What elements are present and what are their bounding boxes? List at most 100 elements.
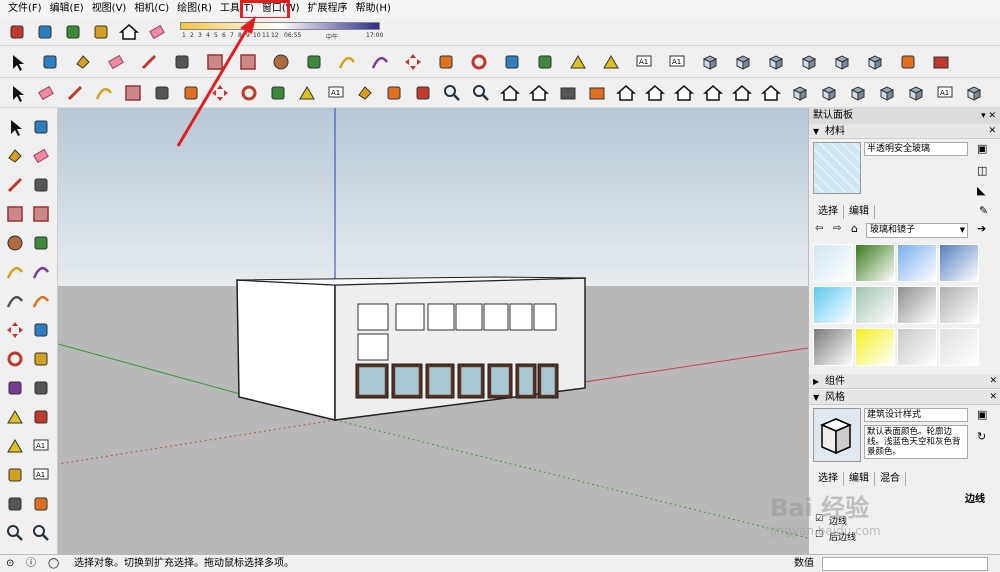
details-arrow-icon[interactable]: ➔ — [977, 222, 986, 235]
iso-icon[interactable] — [699, 51, 721, 73]
rotate-icon[interactable] — [4, 348, 26, 370]
info-icon[interactable]: ⓘ — [26, 555, 36, 572]
material-swatch[interactable] — [855, 244, 895, 282]
follow-me-icon[interactable] — [30, 348, 52, 370]
circle-icon[interactable] — [4, 232, 26, 254]
scale-icon[interactable] — [4, 377, 26, 399]
house3-icon[interactable] — [673, 82, 695, 104]
orbit-icon[interactable] — [383, 82, 405, 104]
top-view-icon[interactable] — [732, 51, 754, 73]
house2-icon[interactable] — [644, 82, 666, 104]
text-icon[interactable]: A1 — [633, 51, 655, 73]
material-swatch[interactable] — [897, 286, 937, 324]
arc3-icon[interactable] — [30, 261, 52, 283]
arc2-icon[interactable] — [4, 290, 26, 312]
pan-icon[interactable] — [30, 493, 52, 515]
push-pull-icon[interactable] — [435, 51, 457, 73]
text-icon[interactable]: A1 — [325, 82, 347, 104]
forward-arrow-icon[interactable]: ⇨ — [833, 223, 841, 234]
house5-icon[interactable] — [731, 82, 753, 104]
polygon-icon[interactable] — [303, 51, 325, 73]
orbit-icon[interactable] — [4, 493, 26, 515]
freehand-icon[interactable] — [30, 174, 52, 196]
warehouse-icon[interactable] — [499, 82, 521, 104]
left-view-icon[interactable] — [864, 51, 886, 73]
material-swatch[interactable] — [897, 328, 937, 366]
move-icon[interactable] — [402, 51, 424, 73]
tab-select[interactable]: 选择 — [813, 205, 844, 219]
geo-location-icon[interactable]: ⊙ — [6, 555, 14, 572]
tab-edit[interactable]: 编辑 — [844, 205, 875, 219]
ruby-icon[interactable] — [930, 51, 952, 73]
tab-mix[interactable]: 混合 — [875, 472, 906, 486]
tape-icon[interactable] — [567, 51, 589, 73]
home-icon[interactable]: ⌂ — [851, 222, 858, 235]
material-swatch[interactable] — [939, 328, 979, 366]
eraser-icon[interactable] — [35, 82, 57, 104]
tape-icon[interactable] — [4, 406, 26, 428]
materials-header[interactable]: ▼ 材料 ✕ — [809, 124, 1000, 139]
scene[interactable] — [58, 108, 808, 554]
textured-icon[interactable]: A1 — [934, 82, 956, 104]
scale-icon[interactable] — [501, 51, 523, 73]
select-icon[interactable] — [6, 51, 28, 73]
close-icon[interactable]: ✕ — [989, 390, 997, 405]
text-icon[interactable]: A1 — [30, 435, 52, 457]
zoom-window-icon[interactable] — [30, 522, 52, 544]
house4-icon[interactable] — [702, 82, 724, 104]
paint-bucket-icon[interactable] — [354, 82, 376, 104]
component-icon[interactable] — [6, 21, 28, 43]
dimension-icon[interactable] — [30, 406, 52, 428]
styles-icon[interactable] — [897, 51, 919, 73]
follow-me-icon[interactable] — [534, 51, 556, 73]
material-swatch[interactable] — [855, 286, 895, 324]
close-icon[interactable]: ✕ — [988, 124, 996, 139]
paint-bucket-icon[interactable] — [72, 51, 94, 73]
hidden-icon[interactable] — [876, 82, 898, 104]
arc-icon[interactable] — [93, 82, 115, 104]
pencil-icon[interactable] — [4, 174, 26, 196]
menu-camera[interactable]: 相机(C) — [130, 0, 173, 18]
menu-file[interactable]: 文件(F) — [4, 0, 46, 18]
tape-icon[interactable] — [296, 82, 318, 104]
pie-icon[interactable] — [30, 290, 52, 312]
material-swatch[interactable] — [813, 244, 853, 282]
protractor-icon[interactable] — [600, 51, 622, 73]
house-icon[interactable] — [615, 82, 637, 104]
xray-icon[interactable] — [818, 82, 840, 104]
right-view-icon[interactable] — [798, 51, 820, 73]
material-name-field[interactable]: 半透明安全玻璃 — [864, 142, 968, 156]
make-component-icon[interactable] — [30, 116, 52, 138]
cloud-upload-icon[interactable] — [62, 21, 84, 43]
styles-header[interactable]: ▼ 风格 ✕ — [809, 390, 1000, 405]
shaded-icon[interactable] — [905, 82, 927, 104]
warehouse-icon[interactable] — [118, 21, 140, 43]
tab-select[interactable]: 选择 — [813, 472, 844, 486]
rectangle-icon[interactable] — [4, 203, 26, 225]
rotated-rectangle-icon[interactable] — [30, 203, 52, 225]
close-icon[interactable]: ✕ — [989, 374, 997, 389]
material-swatch[interactable] — [813, 286, 853, 324]
menu-view[interactable]: 视图(V) — [88, 0, 131, 18]
rotate-icon[interactable] — [468, 51, 490, 73]
menu-edit[interactable]: 编辑(E) — [46, 0, 88, 18]
axes-icon[interactable] — [4, 464, 26, 486]
arc-icon[interactable] — [336, 51, 358, 73]
material-swatch[interactable] — [855, 328, 895, 366]
update-style-icon[interactable]: ↻ — [977, 430, 986, 443]
eraser-icon[interactable] — [105, 51, 127, 73]
rectangle-icon[interactable] — [122, 82, 144, 104]
extension-link-icon[interactable] — [90, 21, 112, 43]
eraser-style-icon[interactable] — [146, 21, 168, 43]
check-icon[interactable] — [34, 21, 56, 43]
back-arrow-icon[interactable]: ⇦ — [815, 223, 823, 234]
select-icon[interactable] — [6, 82, 28, 104]
cube-icon[interactable]: ◫ — [977, 164, 987, 177]
protractor-icon[interactable] — [4, 435, 26, 457]
offset-icon[interactable] — [30, 377, 52, 399]
sample-paint-icon[interactable]: ◣ — [977, 184, 985, 197]
components-header[interactable]: ▶ 组件 ✕ — [809, 374, 1000, 389]
3d-text-icon[interactable]: A1 — [30, 464, 52, 486]
style-description[interactable]: 默认表面颜色。轮廓边线。浅蓝色天空和灰色背景颜色。 — [864, 425, 968, 459]
material-swatch[interactable] — [813, 328, 853, 366]
